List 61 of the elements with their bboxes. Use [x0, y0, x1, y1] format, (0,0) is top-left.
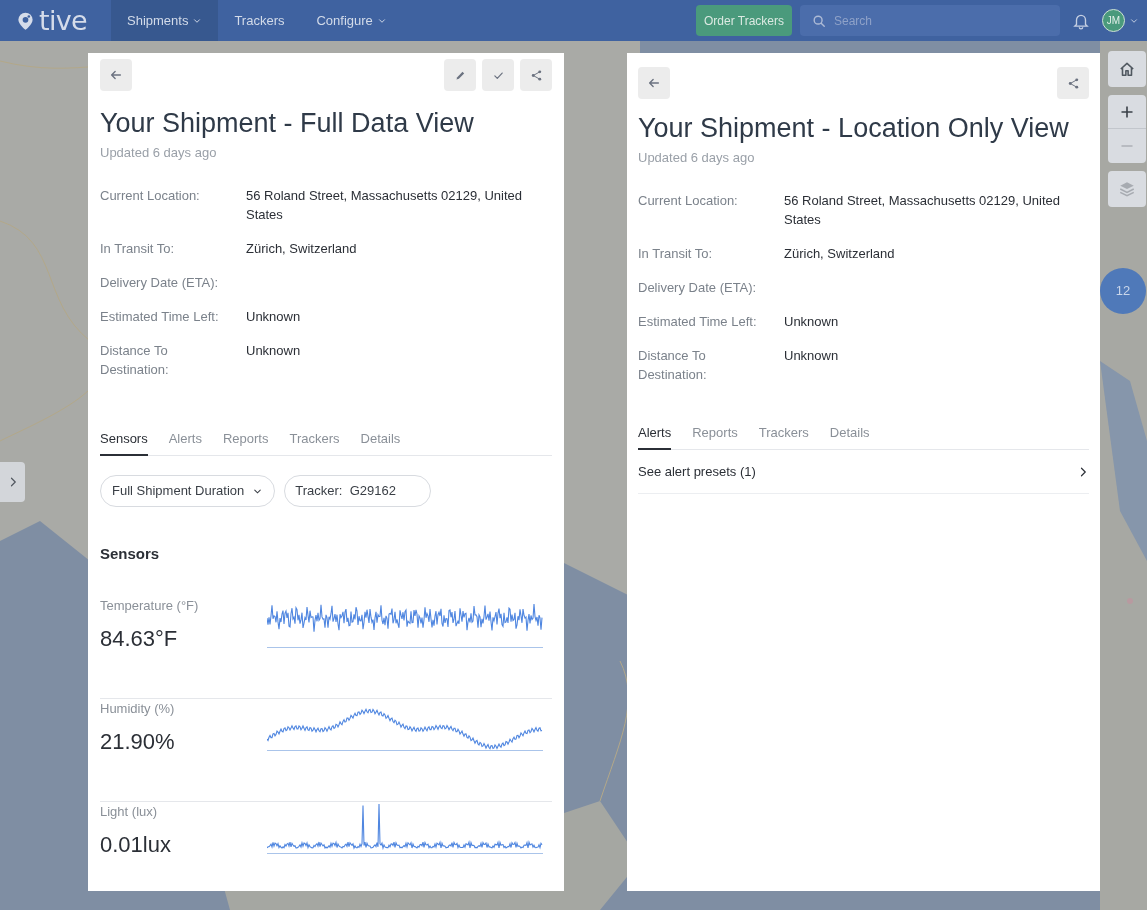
updated-time: Updated 6 days ago: [638, 149, 756, 167]
share-icon: [1066, 76, 1080, 90]
field-label: Current Location:: [638, 191, 739, 210]
tab[interactable]: Trackers: [289, 428, 340, 456]
field-value: Unknown: [246, 307, 302, 326]
minus-icon: [1120, 145, 1134, 147]
tab[interactable]: Trackers: [758, 422, 809, 450]
avatar[interactable]: JM: [1102, 9, 1125, 32]
back-button[interactable]: [100, 59, 132, 91]
field-label: Current Location:: [100, 186, 201, 205]
home-button[interactable]: [1108, 51, 1146, 87]
sensor-label: Temperature (°F): [100, 596, 200, 615]
field-value: 56 Roland Street, Massachusetts 02129, United States: [246, 186, 524, 224]
field-value: Zürich, Switzerland: [246, 239, 358, 258]
sensor-value: 0.01lux: [100, 831, 172, 859]
back-button[interactable]: [638, 67, 670, 99]
field-value: Unknown: [784, 312, 840, 331]
tab[interactable]: Details: [360, 428, 401, 456]
share-button[interactable]: [520, 59, 552, 91]
sensor-label: Light (lux): [100, 802, 159, 821]
field-label: Estimated Time Left:: [100, 307, 220, 326]
panel-title: Your Shipment - Full Data View: [100, 107, 475, 140]
search-field[interactable]: Search: [800, 5, 1060, 36]
expand-sidebar-button[interactable]: [0, 462, 25, 502]
layers-button[interactable]: [1108, 171, 1146, 207]
layers-icon: [1118, 180, 1136, 198]
field-label: In Transit To:: [100, 239, 176, 258]
updated-time: Updated 6 days ago: [100, 144, 218, 162]
tab[interactable]: Reports: [222, 428, 269, 456]
logo-text: tive: [39, 7, 87, 34]
field-label: In Transit To:: [638, 244, 714, 263]
share-icon: [529, 68, 543, 82]
field-label: Estimated Time Left:: [638, 312, 758, 331]
tab[interactable]: Reports: [692, 422, 738, 450]
sensor-value: 21.90%: [100, 728, 176, 756]
section-heading: Sensors: [100, 544, 161, 564]
field-value: Unknown: [246, 341, 302, 360]
back-arrow-icon: [647, 76, 661, 90]
sensor-value: 84.63°F: [100, 625, 179, 653]
home-icon: [1118, 60, 1136, 78]
field-value: Unknown: [784, 346, 840, 365]
field-label: Distance To Destination:: [638, 346, 708, 384]
panel-title: Your Shipment - Location Only View: [638, 112, 1070, 145]
nav-item[interactable]: Configure: [300, 0, 403, 41]
tab[interactable]: Alerts: [638, 422, 672, 450]
share-button[interactable]: [1057, 67, 1089, 99]
order-trackers-button[interactable]: Order Trackers: [696, 5, 792, 36]
field-label: Delivery Date (ETA):: [638, 278, 758, 297]
sensor-label: Humidity (%): [100, 699, 176, 718]
field-label: Delivery Date (ETA):: [100, 273, 220, 292]
back-arrow-icon: [109, 68, 123, 82]
tab[interactable]: Sensors: [100, 428, 148, 456]
nav-item[interactable]: Trackers: [218, 0, 301, 41]
field-value: 56 Roland Street, Massachusetts 02129, United States: [784, 191, 1062, 229]
field-label: Distance To Destination:: [100, 341, 170, 379]
tab[interactable]: Alerts: [168, 428, 202, 456]
nav-item[interactable]: Shipments: [111, 0, 219, 41]
alert-presets-row[interactable]: See alert presets (1): [638, 450, 1089, 494]
tab[interactable]: Details: [829, 422, 870, 450]
search-icon: [812, 14, 826, 28]
field-value: Zürich, Switzerland: [784, 244, 896, 263]
